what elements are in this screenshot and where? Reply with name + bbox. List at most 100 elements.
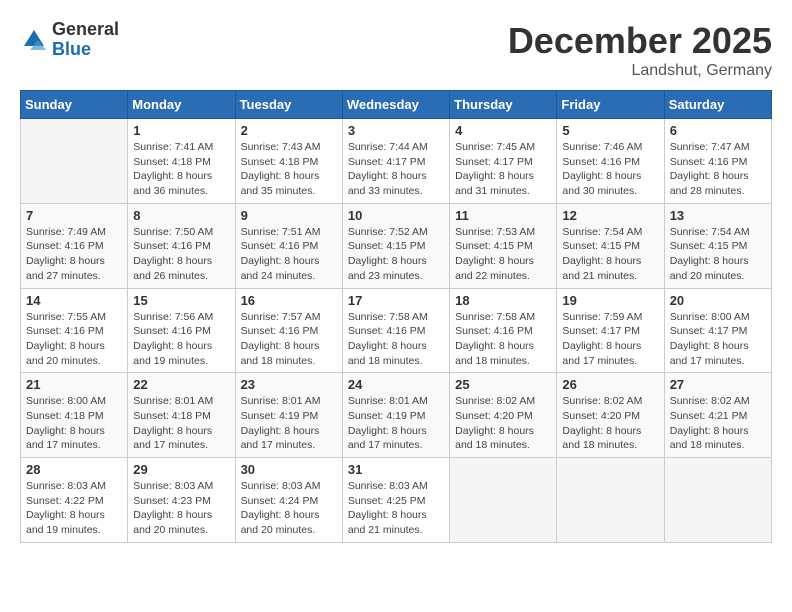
day-info: Sunrise: 7:54 AMSunset: 4:15 PMDaylight:… (670, 225, 766, 284)
day-number: 29 (133, 462, 229, 477)
day-info: Sunrise: 7:46 AMSunset: 4:16 PMDaylight:… (562, 140, 658, 199)
day-number: 21 (26, 377, 122, 392)
day-number: 28 (26, 462, 122, 477)
calendar-cell: 11Sunrise: 7:53 AMSunset: 4:15 PMDayligh… (450, 203, 557, 288)
calendar-cell: 24 Sunrise: 8:01 AMSunset: 4:19 PMDayligh… (342, 373, 449, 458)
day-info: Sunrise: 8:02 AMSunset: 4:21 PMDaylight:… (670, 394, 766, 453)
day-info: Sunrise: 8:00 AMSunset: 4:17 PMDaylight:… (670, 310, 766, 369)
calendar-cell: 8 Sunrise: 7:50 AMSunset: 4:16 PMDaylight… (128, 203, 235, 288)
calendar-cell: 3Sunrise: 7:44 AMSunset: 4:17 PMDaylight… (342, 119, 449, 204)
day-info: Sunrise: 7:58 AMSunset: 4:16 PMDaylight:… (348, 310, 444, 369)
weekday-header: Thursday (450, 91, 557, 119)
calendar-cell (21, 119, 128, 204)
day-number: 27 (670, 377, 766, 392)
day-number: 17 (348, 293, 444, 308)
day-number: 8 (133, 208, 229, 223)
day-number: 31 (348, 462, 444, 477)
logo-text: General Blue (52, 20, 119, 60)
day-number: 10 (348, 208, 444, 223)
day-number: 2 (241, 123, 337, 138)
page-header: General Blue December 2025 Landshut, Ger… (20, 20, 772, 80)
day-number: 15 (133, 293, 229, 308)
day-number: 14 (26, 293, 122, 308)
day-info: Sunrise: 7:52 AMSunset: 4:15 PMDaylight:… (348, 225, 444, 284)
day-info: Sunrise: 7:56 AMSunset: 4:16 PMDaylight:… (133, 310, 229, 369)
day-info: Sunrise: 8:01 AMSunset: 4:19 PMDaylight:… (241, 394, 337, 453)
weekday-header: Monday (128, 91, 235, 119)
day-number: 22 (133, 377, 229, 392)
calendar-cell (664, 458, 771, 543)
calendar-cell: 15 Sunrise: 7:56 AMSunset: 4:16 PMDayligh… (128, 288, 235, 373)
weekday-header: Friday (557, 91, 664, 119)
calendar-cell: 20 Sunrise: 8:00 AMSunset: 4:17 PMDayligh… (664, 288, 771, 373)
day-number: 9 (241, 208, 337, 223)
calendar-cell: 17 Sunrise: 7:58 AMSunset: 4:16 PMDayligh… (342, 288, 449, 373)
calendar-cell: 26 Sunrise: 8:02 AMSunset: 4:20 PMDayligh… (557, 373, 664, 458)
day-number: 13 (670, 208, 766, 223)
weekday-header: Tuesday (235, 91, 342, 119)
day-number: 26 (562, 377, 658, 392)
day-info: Sunrise: 7:58 AMSunset: 4:16 PMDaylight:… (455, 310, 551, 369)
calendar-cell: 14 Sunrise: 7:55 AMSunset: 4:16 PMDayligh… (21, 288, 128, 373)
calendar-cell: 28Sunrise: 8:03 AMSunset: 4:22 PMDayligh… (21, 458, 128, 543)
calendar-cell (557, 458, 664, 543)
day-number: 3 (348, 123, 444, 138)
calendar-cell: 22 Sunrise: 8:01 AMSunset: 4:18 PMDayligh… (128, 373, 235, 458)
day-info: Sunrise: 7:41 AMSunset: 4:18 PMDaylight:… (133, 140, 229, 199)
day-number: 6 (670, 123, 766, 138)
day-number: 20 (670, 293, 766, 308)
title-block: December 2025 Landshut, Germany (508, 20, 772, 80)
day-info: Sunrise: 7:43 AMSunset: 4:18 PMDaylight:… (241, 140, 337, 199)
day-info: Sunrise: 8:01 AMSunset: 4:18 PMDaylight:… (133, 394, 229, 453)
location: Landshut, Germany (508, 62, 772, 80)
day-number: 18 (455, 293, 551, 308)
day-info: Sunrise: 7:47 AMSunset: 4:16 PMDaylight:… (670, 140, 766, 199)
calendar-cell: 10 Sunrise: 7:52 AMSunset: 4:15 PMDayligh… (342, 203, 449, 288)
calendar-cell: 23 Sunrise: 8:01 AMSunset: 4:19 PMDayligh… (235, 373, 342, 458)
calendar-cell: 19Sunrise: 7:59 AMSunset: 4:17 PMDayligh… (557, 288, 664, 373)
day-info: Sunrise: 7:55 AMSunset: 4:16 PMDaylight:… (26, 310, 122, 369)
day-info: Sunrise: 7:50 AMSunset: 4:16 PMDaylight:… (133, 225, 229, 284)
calendar-cell: 21 Sunrise: 8:00 AMSunset: 4:18 PMDayligh… (21, 373, 128, 458)
calendar-cell: 1 Sunrise: 7:41 AMSunset: 4:18 PMDaylight… (128, 119, 235, 204)
calendar-cell: 12 Sunrise: 7:54 AMSunset: 4:15 PMDayligh… (557, 203, 664, 288)
calendar-cell: 16 Sunrise: 7:57 AMSunset: 4:16 PMDayligh… (235, 288, 342, 373)
calendar-cell: 30Sunrise: 8:03 AMSunset: 4:24 PMDayligh… (235, 458, 342, 543)
day-number: 16 (241, 293, 337, 308)
day-info: Sunrise: 7:45 AMSunset: 4:17 PMDaylight:… (455, 140, 551, 199)
day-number: 5 (562, 123, 658, 138)
day-info: Sunrise: 7:57 AMSunset: 4:16 PMDaylight:… (241, 310, 337, 369)
day-info: Sunrise: 8:03 AMSunset: 4:24 PMDaylight:… (241, 479, 337, 538)
day-info: Sunrise: 8:03 AMSunset: 4:25 PMDaylight:… (348, 479, 444, 538)
day-number: 7 (26, 208, 122, 223)
day-info: Sunrise: 7:54 AMSunset: 4:15 PMDaylight:… (562, 225, 658, 284)
calendar-cell: 13 Sunrise: 7:54 AMSunset: 4:15 PMDayligh… (664, 203, 771, 288)
day-number: 19 (562, 293, 658, 308)
calendar-cell: 6 Sunrise: 7:47 AMSunset: 4:16 PMDaylight… (664, 119, 771, 204)
calendar-cell: 9 Sunrise: 7:51 AMSunset: 4:16 PMDaylight… (235, 203, 342, 288)
calendar-table: SundayMondayTuesdayWednesdayThursdayFrid… (20, 90, 772, 543)
calendar-cell: 29Sunrise: 8:03 AMSunset: 4:23 PMDayligh… (128, 458, 235, 543)
calendar-cell: 31 Sunrise: 8:03 AMSunset: 4:25 PMDayligh… (342, 458, 449, 543)
day-info: Sunrise: 8:00 AMSunset: 4:18 PMDaylight:… (26, 394, 122, 453)
day-info: Sunrise: 7:51 AMSunset: 4:16 PMDaylight:… (241, 225, 337, 284)
calendar-cell: 5 Sunrise: 7:46 AMSunset: 4:16 PMDaylight… (557, 119, 664, 204)
weekday-header: Sunday (21, 91, 128, 119)
day-number: 23 (241, 377, 337, 392)
day-info: Sunrise: 8:02 AMSunset: 4:20 PMDaylight:… (455, 394, 551, 453)
calendar-cell: 4Sunrise: 7:45 AMSunset: 4:17 PMDaylight… (450, 119, 557, 204)
day-info: Sunrise: 8:01 AMSunset: 4:19 PMDaylight:… (348, 394, 444, 453)
day-number: 24 (348, 377, 444, 392)
calendar-cell: 27 Sunrise: 8:02 AMSunset: 4:21 PMDayligh… (664, 373, 771, 458)
logo-blue: Blue (52, 40, 119, 60)
day-info: Sunrise: 7:53 AMSunset: 4:15 PMDaylight:… (455, 225, 551, 284)
day-number: 25 (455, 377, 551, 392)
month-title: December 2025 (508, 20, 772, 62)
day-number: 12 (562, 208, 658, 223)
calendar-cell (450, 458, 557, 543)
calendar-cell: 2 Sunrise: 7:43 AMSunset: 4:18 PMDaylight… (235, 119, 342, 204)
day-info: Sunrise: 7:49 AMSunset: 4:16 PMDaylight:… (26, 225, 122, 284)
logo: General Blue (20, 20, 119, 60)
day-info: Sunrise: 8:02 AMSunset: 4:20 PMDaylight:… (562, 394, 658, 453)
day-number: 1 (133, 123, 229, 138)
